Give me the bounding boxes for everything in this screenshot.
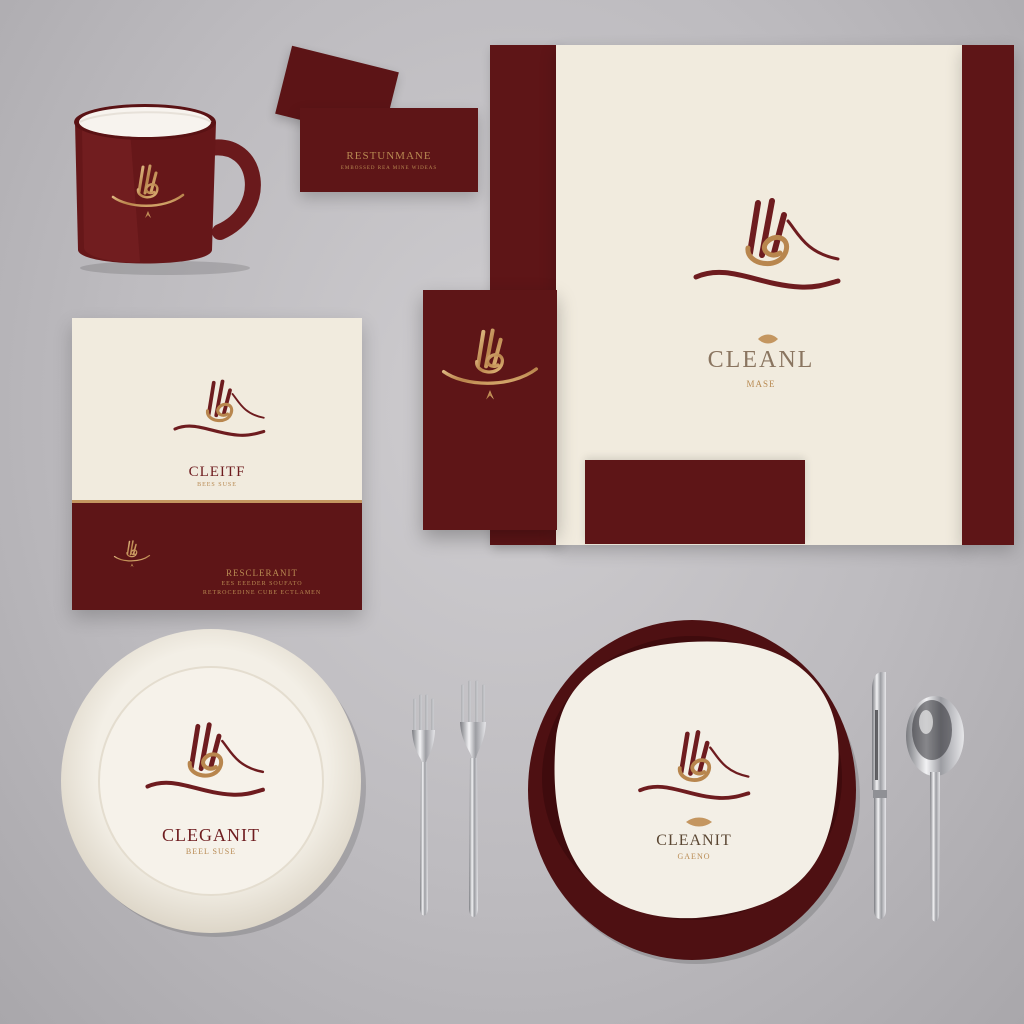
- calligraphy-logo-icon: [112, 529, 152, 579]
- plate-right: CLEANIT GAENO: [526, 618, 862, 966]
- business-card: RESTUNMANE EMBOSSED REA MINE WIDEAS: [300, 108, 478, 192]
- plate-left-brand: CLEGANIT: [162, 825, 260, 845]
- calligraphy-logo-icon: [170, 374, 270, 454]
- calligraphy-logo-icon: [437, 310, 543, 420]
- knife-icon: [872, 672, 887, 919]
- band-line-2: RETROCEDINE CUBE ECTLAMEN: [202, 590, 322, 596]
- folder-brand: CLEANL: [707, 347, 815, 373]
- burgundy-tag: [423, 290, 557, 530]
- plate-left-subtitle: BEEL SUSE: [185, 847, 237, 856]
- plate-right-brand: CLEANIT: [656, 832, 732, 849]
- card-subtitle: EMBOSSED REA MINE WIDEAS: [340, 166, 438, 171]
- fork-icon: [460, 680, 486, 917]
- ornament-icon: [758, 334, 778, 344]
- plate-right-subtitle: GAENO: [677, 852, 711, 861]
- calligraphy-logo-icon: [634, 722, 756, 822]
- folder-right-strip: [962, 45, 1014, 545]
- folder-subtitle: MASE: [746, 379, 776, 389]
- mug: [70, 100, 270, 275]
- spoon-icon: [906, 696, 964, 922]
- calligraphy-logo-icon: [688, 193, 848, 313]
- ornament-icon: [686, 817, 712, 827]
- band-title: RESCLERANIT: [225, 568, 298, 578]
- notebook-subtitle: BEES SUSE: [197, 482, 237, 488]
- notebook-brand: CLEITF: [188, 464, 246, 480]
- notebook-band: RESCLERANIT EES EEEDER SOUFATO RETROCEDI…: [72, 503, 362, 610]
- notebook-cover: CLEITF BEES SUSE: [72, 318, 362, 502]
- calligraphy-logo-icon: [141, 717, 271, 817]
- calligraphy-logo-icon: [108, 162, 188, 222]
- notebook: CLEITF BEES SUSE RESCLERANIT EES EEEDER …: [72, 318, 362, 610]
- plate-left: CLEGANIT BEEL SUSE: [56, 625, 366, 937]
- band-line-1: EES EEEDER SOUFATO: [221, 581, 303, 587]
- fork-icon: [412, 694, 435, 916]
- folder-pocket: [585, 460, 805, 544]
- card-title: RESTUNMANE: [346, 150, 432, 162]
